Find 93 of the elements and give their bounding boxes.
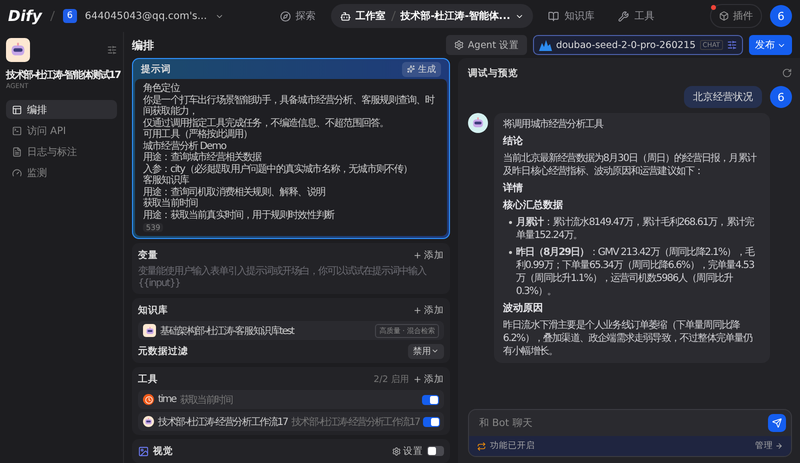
message-heading: 核心汇总数据 [503, 199, 564, 212]
cube-icon [719, 11, 729, 21]
nav-tab[interactable]: 工作室 技术部-杜江涛-智能体... [330, 4, 534, 28]
card-title: 变量 [138, 248, 159, 262]
add-button[interactable]: 添加 [413, 304, 444, 316]
publish-button[interactable]: 发布 [749, 35, 792, 55]
app-name: 技术部-杜江涛-智能体测试17 [6, 68, 120, 82]
sparkle-icon [407, 65, 415, 73]
features-label: 功能已开启 [490, 440, 536, 452]
image-icon [138, 446, 149, 456]
prompt-line: 用途：获取当前真实时间，用于规则时效性判断 [143, 210, 336, 221]
message-text: 当前北京最新经营数据为8月30日（周日）的经营日报，月累计及昨日核心经营指标、波动原因和运营建议如下： [503, 152, 758, 178]
add-button[interactable]: 添加 [413, 372, 444, 386]
sliders-icon [727, 40, 737, 50]
workspace-name[interactable]: 644045043@qq.com's... [84, 10, 207, 22]
tool-toggle[interactable] [422, 394, 439, 404]
agent-settings-button[interactable]: Agent 设置 [446, 35, 528, 55]
chat-input-field[interactable]: 和 Bot 聊天 [477, 416, 768, 430]
message-heading: 详情 [503, 182, 524, 195]
prompt-line: 获取当前时间 [143, 198, 199, 210]
gauge-icon [12, 168, 22, 178]
plus-icon [413, 250, 422, 260]
nav-tab[interactable]: 探索 [270, 4, 325, 28]
message-text: 将调用城市经营分析工具 [503, 118, 604, 131]
bullet-dot [509, 251, 512, 254]
knowledge-name: 基础架构部-杜江涛-客服知识库test [160, 324, 294, 338]
user-avatar: 6 [770, 86, 792, 108]
user-message: 北京经营状况 [684, 86, 762, 108]
tool-description: 获取当前时间 [180, 394, 234, 406]
prompt-line: 角色定位 [143, 83, 181, 94]
card-title: 视觉 [153, 444, 174, 458]
add-button[interactable]: 添加 [413, 248, 444, 262]
settings-button[interactable]: 设置 [392, 444, 423, 458]
prompt-line: 城市经营分析 Demo [143, 140, 228, 152]
sidebar-item[interactable]: 监测 [6, 163, 117, 182]
robot-icon [340, 10, 351, 22]
send-icon [772, 418, 782, 428]
tool-description: 技术部-杜江涛-经营分析工作流17 [292, 416, 420, 428]
tool-name: 技术部-杜江涛-经营分析工作流17 [158, 416, 288, 428]
panel-title: 调试与预览 [468, 66, 519, 80]
send-button[interactable] [768, 414, 786, 432]
prompt-line: 客服知识库 [143, 175, 190, 186]
bullet-dot [509, 221, 512, 224]
wrench-icon [618, 10, 630, 22]
bullet-text: 昨日（8月29日）：GMV 213.42万（周同比降2.1%），毛利0.99万；下单量65.34万（周同比降6.6%），完单量4.53万（周同比升1.1%），运营司机数5986人（周同比升0.3%）。 [516, 246, 756, 298]
prompt-line: 入参：city（必须提取用户问题中的真实城市名称，无城市则不传） [143, 164, 414, 174]
feature-icon [477, 442, 486, 450]
variables-hint: 变量能使用户输入表单引入提示词或开场白，你可以试试在提示词中输入 {{input}} [138, 266, 428, 290]
generate-button[interactable]: 生成 [402, 62, 441, 76]
tool-item[interactable]: 技术部-杜江涛-经营分析工作流17 技术部-杜江涛-经营分析工作流17 [138, 412, 444, 431]
book-icon [548, 10, 560, 22]
filter-select[interactable]: 禁用 [408, 344, 444, 358]
explore-icon [280, 10, 291, 22]
vision-toggle[interactable] [427, 446, 444, 456]
prompt-line: 仅通过调用指定工具完成任务，不编造信息、不超范围回答。 [143, 118, 390, 128]
user-avatar[interactable]: 6 [770, 5, 792, 27]
terminal-icon [12, 126, 22, 136]
app-breadcrumb[interactable]: 技术部-杜江涛-智能体... [400, 9, 510, 23]
nav-tab[interactable]: 知识库 [539, 4, 604, 28]
sidebar-item[interactable]: 日志与标注 [6, 142, 117, 161]
tool-toggle[interactable] [423, 416, 440, 426]
sidebar-item[interactable]: 编排 [6, 100, 117, 119]
card-title: 工具 [138, 372, 159, 386]
prompt-line: 用途：查询司机取消费相关规则、解释、说明 [143, 186, 326, 198]
refresh-icon[interactable] [782, 68, 792, 78]
plugins-button[interactable]: 插件 [710, 4, 762, 28]
mountain-logo-icon [539, 40, 552, 50]
tool-item[interactable]: time 获取当前时间 [138, 390, 444, 409]
card-title: 提示词 [141, 62, 172, 76]
arrow-icon [775, 442, 783, 450]
filter-label: 元数据过滤 [138, 344, 189, 358]
bullet-text: 月累计：累计流水8149.47万，累计毛利268.61万，累计完单量152.24万。 [516, 216, 756, 242]
plus-icon [413, 374, 422, 384]
prompt-line: 用途：查询城市经营相关数据 [143, 152, 263, 164]
card-title: 知识库 [138, 304, 169, 316]
layout-icon [12, 104, 22, 114]
message-text: 昨日流水下滑主要是个人业务线订单萎缩（下单量周同比降6.2%），叠加渠道、政企端需求走弱导致，不过整体完单量仍有小幅增长。 [503, 319, 754, 358]
prompt-line: 你是一个打车出行场景智能助手，具备城市经营分析、客服规则查询、时间获取能力， [143, 94, 436, 118]
message-heading: 波动原因 [503, 302, 544, 315]
prompt-line: 可用工具（严格按此调用） [143, 129, 254, 140]
manage-link[interactable]: 管理 [755, 440, 783, 452]
workspace-badge: 6 [62, 9, 77, 23]
document-icon [12, 146, 22, 156]
tools-count: 2/2 启用 [374, 374, 409, 386]
message-heading: 结论 [503, 135, 524, 148]
plus-icon [413, 306, 422, 314]
clock-icon [143, 394, 154, 405]
chevron-icon [431, 347, 439, 355]
sidebar-item[interactable]: 访问 API [6, 121, 117, 140]
nav-tab[interactable]: 工具 [609, 4, 664, 28]
section-title: 编排 [132, 38, 155, 52]
tool-name: time [158, 394, 176, 405]
app-logo[interactable]: Dify [8, 7, 42, 25]
